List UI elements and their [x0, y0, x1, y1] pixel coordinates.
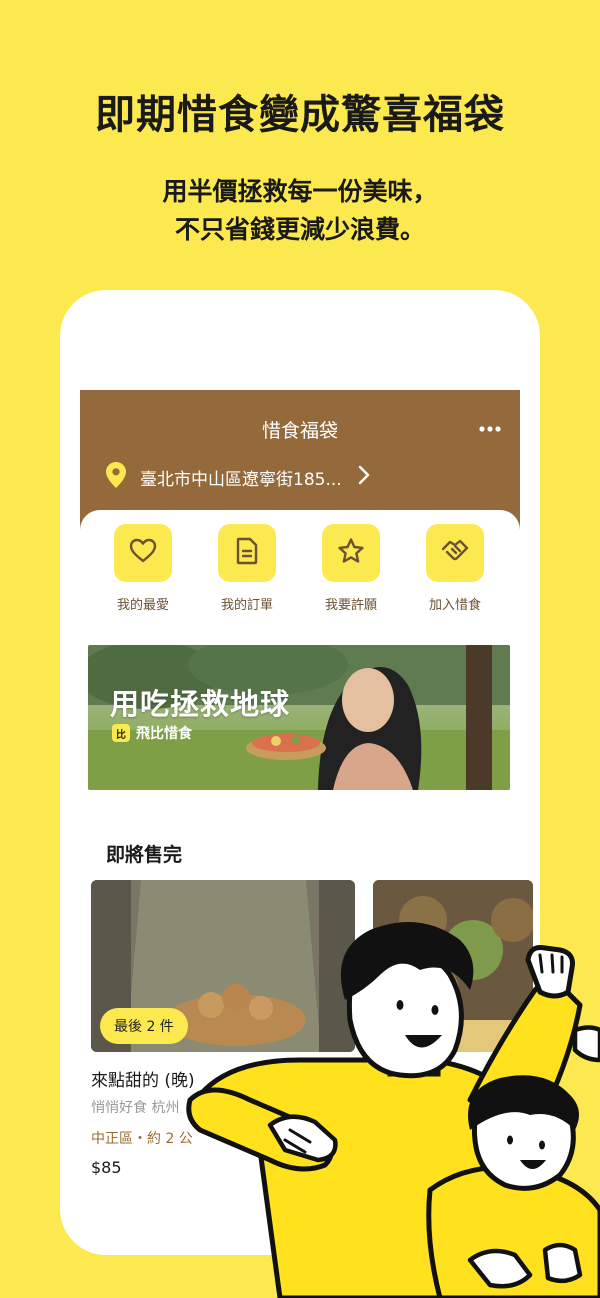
cartoon-illustration [186, 922, 600, 1298]
